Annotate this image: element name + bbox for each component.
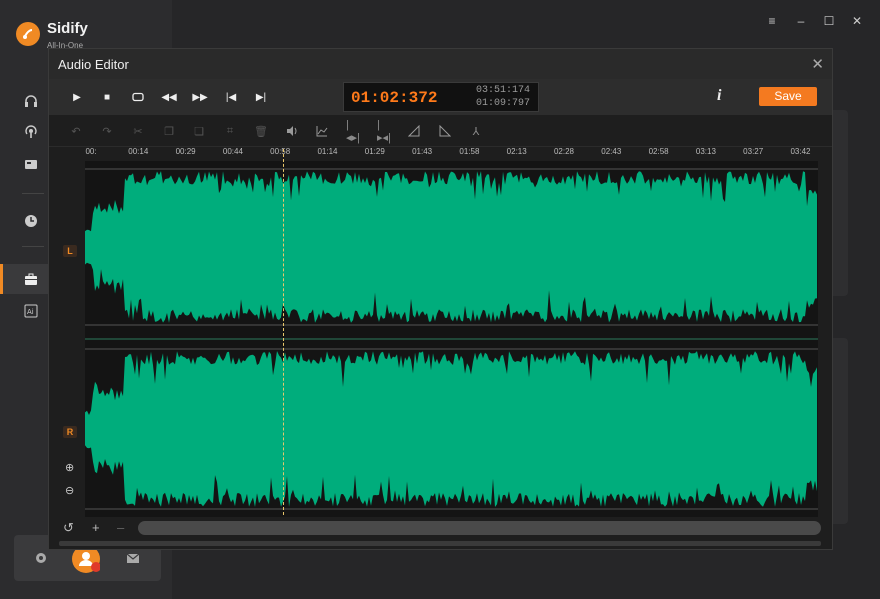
remove-icon[interactable]: – xyxy=(117,520,124,535)
ruler-tick: 01:14 xyxy=(317,147,338,156)
fast-forward-icon[interactable]: ▶▶ xyxy=(192,90,207,104)
close-app-icon[interactable]: ✕ xyxy=(850,14,864,28)
zoom-out-icon[interactable]: ⊖ xyxy=(65,484,74,497)
maximize-icon[interactable]: ☐ xyxy=(822,14,836,28)
skip-end-icon[interactable]: ▶| xyxy=(254,90,268,104)
ruler-tick: 01:29 xyxy=(364,147,385,156)
ruler-tick: 02:13 xyxy=(506,147,527,156)
zoom-slider[interactable] xyxy=(138,521,821,535)
delete-icon[interactable]: 🗑 xyxy=(254,124,268,138)
audio-editor-dialog: Audio Editor ✕ ▶ ■ ◀◀ ▶▶ |◀ ▶| 01:02:372… xyxy=(48,48,833,550)
crop-icon[interactable]: ⌗ xyxy=(223,124,237,138)
zoom-row: ↺ + – xyxy=(49,517,832,539)
ai-icon[interactable]: Ai xyxy=(22,302,40,320)
ruler-tick: 03:13 xyxy=(695,147,716,156)
brand-name: Sidify xyxy=(47,20,88,37)
total-time: 03:51:174 xyxy=(475,85,530,96)
toolbox-icon[interactable] xyxy=(22,270,40,288)
svg-text:Ai: Ai xyxy=(27,308,34,316)
dialog-titlebar: Audio Editor ✕ xyxy=(49,49,832,79)
volume-icon[interactable] xyxy=(285,124,299,138)
menu-icon[interactable]: ≡ xyxy=(765,14,779,28)
settings-icon[interactable] xyxy=(32,549,50,567)
redo-icon[interactable]: ↷ xyxy=(100,124,114,138)
history-icon[interactable] xyxy=(22,212,40,230)
ruler-tick: 00:29 xyxy=(175,147,196,156)
left-channel-waveform[interactable] xyxy=(85,171,817,323)
ruler-tick: 01:58 xyxy=(459,147,480,156)
loop-icon[interactable] xyxy=(131,90,145,104)
selection-time: 01:09:797 xyxy=(475,98,530,109)
waveform-area[interactable] xyxy=(85,161,818,517)
close-dialog-icon[interactable]: ✕ xyxy=(811,55,824,73)
zoom-in-icon[interactable]: ⊕ xyxy=(65,461,74,474)
sidebar-divider xyxy=(22,246,44,247)
time-ruler: 00: 00:14 00:29 00:44 00:58 01:14 01:29 01:43 01… xyxy=(85,147,826,161)
save-button[interactable]: Save xyxy=(759,87,817,106)
ruler-tick: 01:43 xyxy=(412,147,433,156)
add-icon[interactable]: + xyxy=(92,520,100,535)
ruler-tick: 00: xyxy=(85,147,97,156)
ruler-tick: 00:58 xyxy=(270,147,291,156)
undo-icon[interactable]: ↶ xyxy=(69,124,83,138)
waveform[interactable] xyxy=(85,161,818,517)
time-display: 01:02:372 03:51:174 01:09:797 xyxy=(343,82,539,112)
right-channel-label: R xyxy=(63,426,77,438)
app-window: Sidify All-In-One Ai ≡ – ☐ ✕ Audio Edito… xyxy=(0,0,880,599)
split-icon[interactable]: ⅄ xyxy=(469,124,483,138)
horizontal-scrollbar[interactable] xyxy=(59,541,821,546)
edit-toolbar: ↶ ↷ ✂ ❐ ❏ ⌗ 🗑 |◂▸| |▸◂| ⅄ xyxy=(49,115,832,147)
stop-icon[interactable]: ■ xyxy=(100,90,114,104)
ruler-tick: 02:58 xyxy=(648,147,669,156)
minimize-icon[interactable]: – xyxy=(794,14,808,28)
reset-zoom-icon[interactable]: ↺ xyxy=(63,520,74,536)
ruler-tick: 02:43 xyxy=(601,147,622,156)
rewind-icon[interactable]: ◀◀ xyxy=(161,90,176,104)
podcast-icon[interactable] xyxy=(22,123,40,141)
radio-icon[interactable] xyxy=(22,155,40,173)
trim-left-icon[interactable]: |◂▸| xyxy=(346,119,360,144)
left-channel-label: L xyxy=(63,245,77,257)
ruler-tick: 00:14 xyxy=(128,147,149,156)
copy-icon[interactable]: ❐ xyxy=(162,124,176,138)
paste-icon[interactable]: ❏ xyxy=(192,124,206,138)
playhead[interactable] xyxy=(283,149,284,515)
right-channel-waveform[interactable] xyxy=(85,351,817,507)
ruler-tick: 00:44 xyxy=(222,147,243,156)
sidify-logo xyxy=(16,22,40,46)
ruler-tick: 03:42 xyxy=(790,147,811,156)
dialog-title: Audio Editor xyxy=(58,57,129,72)
headphones-icon[interactable] xyxy=(22,92,40,110)
fade-in-icon[interactable] xyxy=(407,124,421,138)
amplify-icon[interactable] xyxy=(315,124,329,138)
mail-icon[interactable] xyxy=(124,549,142,567)
play-icon[interactable]: ▶ xyxy=(70,90,84,104)
current-time: 01:02:372 xyxy=(351,89,438,107)
info-icon[interactable]: i xyxy=(717,87,721,105)
ruler-tick: 03:27 xyxy=(743,147,764,156)
ruler-tick: 02:28 xyxy=(553,147,575,156)
cut-icon[interactable]: ✂ xyxy=(131,124,145,138)
transport-bar: ▶ ■ ◀◀ ▶▶ |◀ ▶| 01:02:372 03:51:174 01:0… xyxy=(49,79,832,115)
skip-start-icon[interactable]: |◀ xyxy=(224,90,238,104)
sidebar-divider xyxy=(22,193,44,194)
fade-out-icon[interactable] xyxy=(438,124,452,138)
trim-right-icon[interactable]: |▸◂| xyxy=(377,119,391,144)
